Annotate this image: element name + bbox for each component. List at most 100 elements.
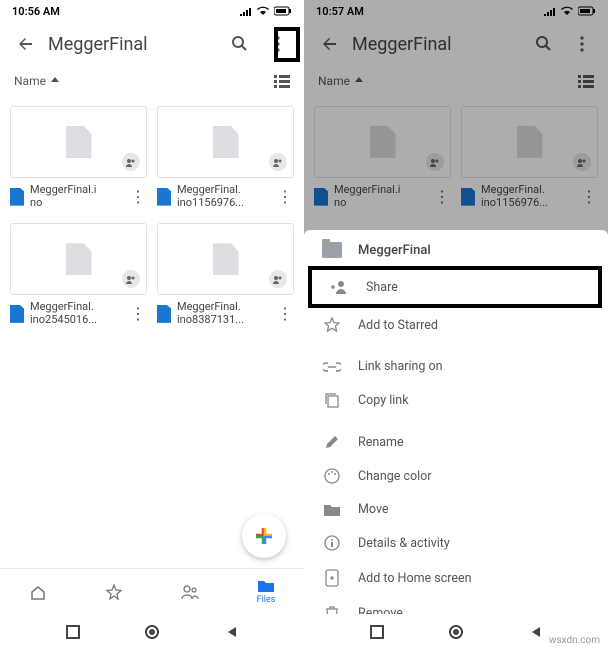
sort-row: Name [0, 66, 304, 96]
list-view-icon[interactable] [274, 74, 290, 88]
document-icon [213, 243, 239, 275]
nav-files[interactable]: Files [228, 569, 304, 614]
bottom-nav: Files [0, 568, 304, 614]
person-add-icon [331, 279, 349, 295]
page-title: MeggerFinal [48, 34, 218, 55]
sys-recent[interactable] [370, 625, 384, 639]
file-thumbnail [157, 106, 294, 178]
home-icon [29, 583, 47, 601]
people-icon [180, 584, 200, 600]
sheet-folder-name: MeggerFinal [358, 243, 431, 258]
file-name: MeggerFinal.ino [30, 184, 123, 209]
copy-icon [324, 392, 340, 408]
options-bottom-sheet: MeggerFinal Share Add to Starred Link sh… [304, 230, 608, 614]
file-tile[interactable]: MeggerFinal.ino8387131... ⋮ [157, 223, 294, 326]
menu-label: Rename [358, 435, 404, 450]
shared-badge-icon [269, 153, 287, 171]
search-icon [231, 35, 249, 53]
shared-badge-icon [122, 153, 140, 171]
wifi-icon [256, 6, 270, 16]
menu-label: Share [366, 280, 398, 295]
sys-recent[interactable] [66, 625, 80, 639]
watermark: wsxdn.com [549, 635, 600, 646]
fab-add-button[interactable] [242, 514, 286, 558]
arrow-left-icon [17, 35, 35, 53]
status-bar: 10:56 AM [0, 0, 304, 22]
file-tile[interactable]: MeggerFinal.ino1156976... ⋮ [157, 106, 294, 209]
menu-remove[interactable]: Remove [304, 596, 608, 614]
more-vert-icon [269, 35, 287, 53]
folder-icon [257, 578, 275, 594]
file-tile[interactable]: MeggerFinal.ino ⋮ [10, 106, 147, 209]
menu-copy-link[interactable]: Copy link [304, 383, 608, 417]
sys-home[interactable] [449, 625, 463, 639]
left-phone: 10:56 AM MeggerFinal Name [0, 0, 304, 650]
app-bar: MeggerFinal [0, 22, 304, 66]
shared-badge-icon [269, 270, 287, 288]
sheet-header: MeggerFinal [304, 230, 608, 266]
menu-add-homescreen[interactable]: Add to Home screen [304, 560, 608, 596]
file-more-button[interactable]: ⋮ [129, 187, 147, 206]
sort-label[interactable]: Name [14, 74, 46, 88]
file-thumbnail [10, 106, 147, 178]
status-time: 10:56 AM [12, 5, 60, 18]
file-more-button[interactable]: ⋮ [276, 187, 294, 206]
menu-label: Change color [358, 469, 432, 484]
menu-move[interactable]: Move [304, 493, 608, 526]
file-thumbnail [10, 223, 147, 295]
document-icon [66, 243, 92, 275]
menu-label: Move [358, 502, 389, 517]
more-button[interactable] [262, 28, 294, 60]
menu-rename[interactable]: Rename [304, 425, 608, 459]
file-name: MeggerFinal.ino2545016... [30, 301, 123, 326]
back-button[interactable] [10, 28, 42, 60]
menu-details[interactable]: Details & activity [304, 526, 608, 560]
file-more-button[interactable]: ⋮ [129, 304, 147, 323]
document-icon [213, 126, 239, 158]
info-icon [324, 535, 340, 551]
menu-label: Add to Home screen [358, 571, 472, 586]
nav-starred[interactable] [76, 569, 152, 614]
star-outline-icon [324, 317, 340, 333]
file-name: MeggerFinal.ino8387131... [177, 301, 270, 326]
file-grid: MeggerFinal.ino ⋮ MeggerFinal.ino1156976… [0, 96, 304, 331]
status-icons [240, 6, 292, 16]
search-button[interactable] [224, 28, 256, 60]
menu-change-color[interactable]: Change color [304, 459, 608, 493]
sys-home[interactable] [145, 625, 159, 639]
trash-icon [325, 605, 339, 614]
shared-badge-icon [122, 270, 140, 288]
sys-back[interactable] [225, 625, 239, 639]
plus-icon [253, 525, 275, 547]
file-type-icon [10, 188, 24, 206]
nav-shared[interactable] [152, 569, 228, 614]
star-icon [105, 583, 123, 601]
menu-share[interactable]: Share [308, 266, 602, 308]
file-type-icon [157, 305, 171, 323]
file-name: MeggerFinal.ino1156976... [177, 184, 270, 209]
palette-icon [324, 468, 340, 484]
file-more-button[interactable]: ⋮ [276, 304, 294, 323]
file-thumbnail [157, 223, 294, 295]
battery-icon [274, 6, 292, 16]
menu-link-sharing[interactable]: Link sharing on [304, 350, 608, 383]
add-homescreen-icon [325, 569, 339, 587]
system-nav [0, 614, 304, 650]
right-phone: 10:57 AM MeggerFinal Name [304, 0, 608, 650]
menu-add-starred[interactable]: Add to Starred [304, 308, 608, 342]
nav-home[interactable] [0, 569, 76, 614]
folder-move-icon [323, 503, 341, 517]
signal-icon [240, 6, 252, 16]
menu-label: Details & activity [358, 536, 450, 551]
link-icon [323, 362, 341, 372]
menu-label: Copy link [358, 393, 409, 408]
sys-back[interactable] [529, 625, 543, 639]
file-tile[interactable]: MeggerFinal.ino2545016... ⋮ [10, 223, 147, 326]
arrow-up-icon [50, 76, 60, 86]
menu-label: Add to Starred [358, 318, 438, 333]
menu-label: Link sharing on [358, 359, 443, 374]
document-icon [66, 126, 92, 158]
file-type-icon [10, 305, 24, 323]
nav-files-label: Files [257, 595, 276, 605]
menu-label: Remove [358, 606, 403, 615]
